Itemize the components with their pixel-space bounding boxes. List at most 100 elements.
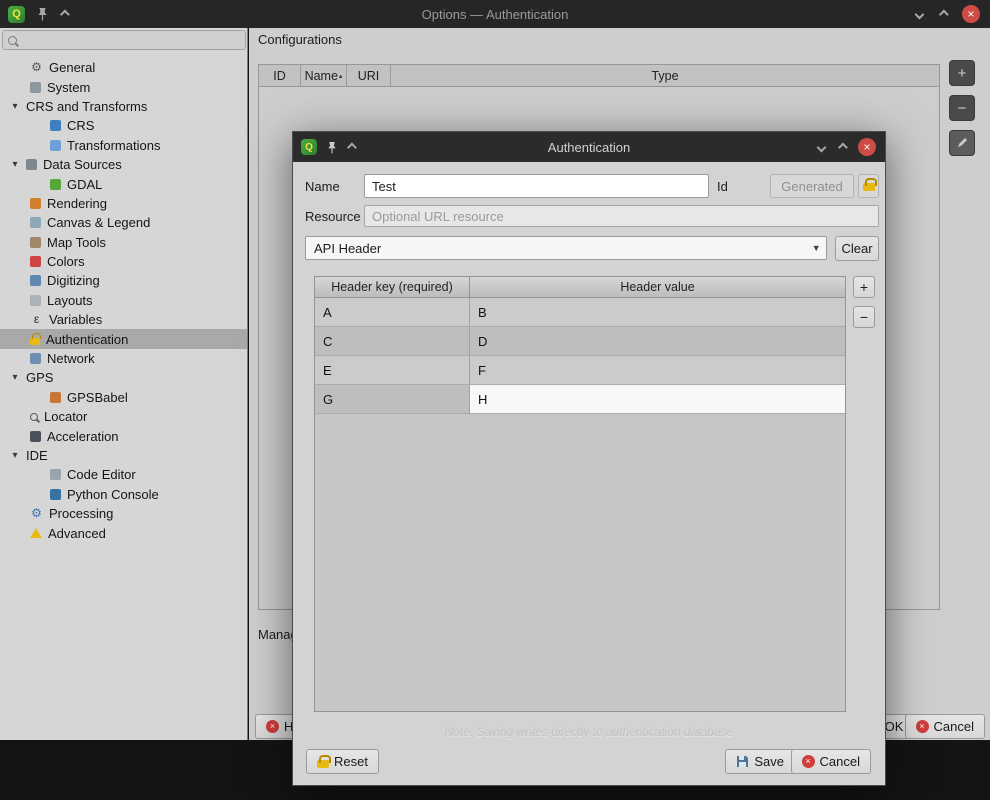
header-row: C D xyxy=(315,327,845,356)
map-tools-icon xyxy=(30,237,41,248)
chevron-down-icon[interactable] xyxy=(817,142,827,152)
sidebar-item-python-console[interactable]: ▾ Python Console xyxy=(0,485,247,504)
header-value-cell[interactable]: B xyxy=(470,298,845,326)
sidebar-item-label: Transformations xyxy=(67,138,160,153)
collapse-dialog-icon[interactable] xyxy=(347,142,357,152)
collapse-window-icon[interactable] xyxy=(60,9,70,19)
sidebar-searchbox[interactable] xyxy=(2,30,246,50)
remove-config-button[interactable]: − xyxy=(949,95,975,121)
id-lock-button[interactable] xyxy=(858,174,879,198)
sidebar-item-data-sources[interactable]: ▾ Data Sources xyxy=(0,155,247,174)
add-header-button[interactable]: + xyxy=(853,276,875,298)
sidebar-item-processing[interactable]: ▾ ⚙ Processing xyxy=(0,504,247,523)
sidebar-item-label: Colors xyxy=(47,254,85,269)
config-column-header[interactable]: Type xyxy=(391,65,939,86)
sidebar-item-layouts[interactable]: ▾ Layouts xyxy=(0,291,247,310)
auth-method-select[interactable]: API Header ▼ xyxy=(305,236,827,260)
authentication-dialog: Q Authentication × Name Id Generated xyxy=(292,131,886,786)
dialog-title: Authentication xyxy=(293,140,885,155)
config-column-header[interactable]: Name xyxy=(301,65,347,86)
remove-header-button[interactable]: − xyxy=(853,306,875,328)
search-input[interactable] xyxy=(22,32,240,48)
pin-icon[interactable] xyxy=(327,141,337,154)
sidebar-item-locator[interactable]: ▾ Locator xyxy=(0,407,247,426)
header-key-cell[interactable]: E xyxy=(315,356,470,384)
expand-arrow-icon[interactable]: ▾ xyxy=(10,450,20,461)
header-value-cell[interactable]: F xyxy=(470,356,845,384)
header-column: Header value xyxy=(470,277,845,298)
chevron-up-icon[interactable] xyxy=(838,142,848,152)
name-label: Name xyxy=(305,179,352,194)
sidebar-item-advanced[interactable]: ▾ Advanced xyxy=(0,523,247,542)
sidebar-item-canvas-legend[interactable]: ▾ Canvas & Legend xyxy=(0,213,247,232)
sidebar-item-digitizing[interactable]: ▾ Digitizing xyxy=(0,271,247,290)
sidebar-item-map-tools[interactable]: ▾ Map Tools xyxy=(0,233,247,252)
python-icon xyxy=(50,489,61,500)
add-config-button[interactable]: + xyxy=(949,60,975,86)
sidebar-item-label: Layouts xyxy=(47,293,93,308)
sidebar-item-rendering[interactable]: ▾ Rendering xyxy=(0,194,247,213)
reset-icon xyxy=(317,760,329,768)
sidebar-item-gdal[interactable]: ▾ GDAL xyxy=(0,174,247,193)
configurations-table-header: IDNameURIType xyxy=(259,65,939,87)
sidebar-item-ide[interactable]: ▾ IDE xyxy=(0,446,247,465)
cancel-icon: × xyxy=(802,755,815,768)
chevron-up-icon[interactable] xyxy=(939,9,949,19)
resource-input[interactable] xyxy=(364,205,879,227)
window-title: Options — Authentication xyxy=(0,7,990,22)
config-column-header[interactable]: ID xyxy=(259,65,301,86)
sidebar-item-label: Acceleration xyxy=(47,429,119,444)
locator-search-icon xyxy=(30,413,38,421)
sidebar-item-crs[interactable]: ▾ CRS xyxy=(0,116,247,135)
expand-arrow-icon[interactable]: ▾ xyxy=(10,372,20,383)
sidebar-item-network[interactable]: ▾ Network xyxy=(0,349,247,368)
header-row: A B xyxy=(315,298,845,327)
dialog-cancel-button[interactable]: × Cancel xyxy=(791,749,871,774)
header-row: G H xyxy=(315,385,845,414)
cancel-icon: × xyxy=(916,720,929,733)
header-key-cell[interactable]: C xyxy=(315,327,470,355)
reset-button[interactable]: Reset xyxy=(306,749,379,774)
header-key-cell[interactable]: G xyxy=(315,385,470,413)
clear-button[interactable]: Clear xyxy=(835,236,879,261)
save-button[interactable]: Save xyxy=(725,749,795,774)
gdal-icon xyxy=(50,179,61,190)
header-value-cell[interactable]: D xyxy=(470,327,845,355)
sidebar-item-code-editor[interactable]: ▾ Code Editor xyxy=(0,465,247,484)
save-icon xyxy=(736,755,749,768)
search-icon xyxy=(8,36,17,45)
sidebar-item-transformations[interactable]: ▾ Transformations xyxy=(0,136,247,155)
close-window-icon[interactable]: × xyxy=(962,5,980,23)
pin-icon[interactable] xyxy=(37,7,48,21)
header-key-cell[interactable]: A xyxy=(315,298,470,326)
name-input[interactable] xyxy=(364,174,709,198)
sidebar-item-label: IDE xyxy=(26,448,48,463)
sidebar-item-label: GPS xyxy=(26,370,53,385)
sidebar-item-system[interactable]: ▾ System xyxy=(0,77,247,96)
options-cancel-button[interactable]: × Cancel xyxy=(905,714,985,739)
sidebar-item-label: GPSBabel xyxy=(67,390,128,405)
sidebar-item-label: Locator xyxy=(44,409,87,424)
sidebar-item-authentication[interactable]: ▾ Authentication xyxy=(0,329,247,348)
sidebar-item-gps[interactable]: ▾ GPS xyxy=(0,368,247,387)
sidebar-item-gpsbabel[interactable]: ▾ GPSBabel xyxy=(0,388,247,407)
layouts-icon xyxy=(30,295,41,306)
window-titlebar: Q Options — Authentication × xyxy=(0,0,990,28)
generated-id-button[interactable]: Generated xyxy=(770,174,854,198)
chevron-down-icon[interactable] xyxy=(915,9,925,19)
close-dialog-icon[interactable]: × xyxy=(858,138,876,156)
expand-arrow-icon[interactable]: ▾ xyxy=(10,101,20,112)
header-table: Header key (required)Header value A B C … xyxy=(314,276,846,712)
sidebar-item-label: Digitizing xyxy=(47,273,100,288)
header-value-cell[interactable]: H xyxy=(470,385,845,413)
config-column-header[interactable]: URI xyxy=(347,65,391,86)
globe-icon xyxy=(50,120,61,131)
expand-arrow-icon[interactable]: ▾ xyxy=(10,159,20,170)
sidebar-item-label: Authentication xyxy=(46,332,128,347)
edit-config-button[interactable] xyxy=(949,130,975,156)
sidebar-item-acceleration[interactable]: ▾ Acceleration xyxy=(0,426,247,445)
sidebar-item-colors[interactable]: ▾ Colors xyxy=(0,252,247,271)
sidebar-item-crs-and-transforms[interactable]: ▾ CRS and Transforms xyxy=(0,97,247,116)
sidebar-item-variables[interactable]: ▾ ε Variables xyxy=(0,310,247,329)
sidebar-item-general[interactable]: ▾ ⚙ General xyxy=(0,58,247,77)
